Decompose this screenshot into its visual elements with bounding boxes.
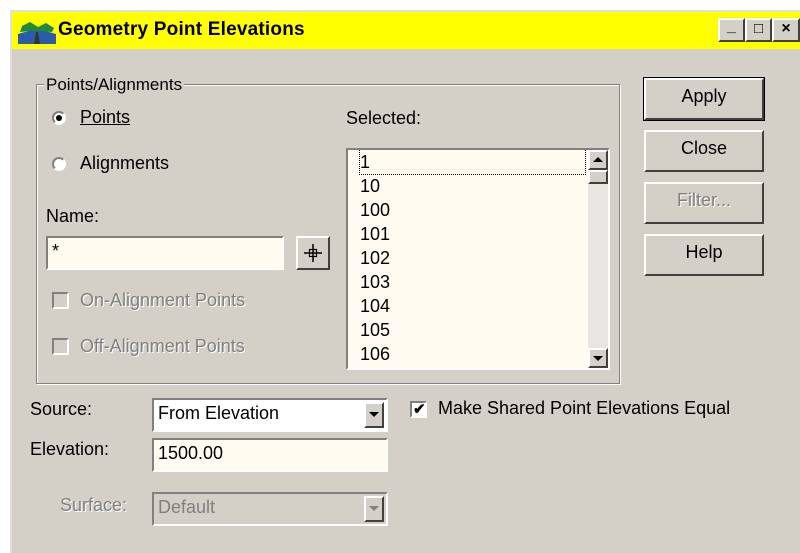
source-dropdown-button[interactable] xyxy=(364,402,384,428)
list-item[interactable]: 102 xyxy=(360,246,390,270)
close-button[interactable]: Close xyxy=(644,130,764,172)
maximize-button[interactable]: □ xyxy=(745,18,772,42)
radio-selected-dot xyxy=(56,115,62,121)
list-item[interactable]: 101 xyxy=(360,222,390,246)
close-icon: × xyxy=(781,20,791,37)
selected-listbox[interactable]: 1 10 100 101 102 103 104 105 106 xyxy=(346,148,610,370)
apply-button[interactable]: Apply xyxy=(643,77,765,121)
help-button[interactable]: Help xyxy=(644,234,764,276)
scroll-up-button[interactable] xyxy=(588,150,608,170)
off-alignment-checkbox[interactable] xyxy=(52,338,69,355)
list-item[interactable]: 105 xyxy=(360,318,390,342)
alignments-radio[interactable] xyxy=(52,157,66,171)
make-equal-label[interactable]: Make Shared Point Elevations Equal xyxy=(438,398,730,419)
minimize-icon: _ xyxy=(727,18,736,35)
points-radio-label[interactable]: Points xyxy=(80,107,130,128)
scroll-thumb[interactable] xyxy=(588,170,608,184)
surface-dropdown[interactable]: Default xyxy=(152,492,388,526)
list-item[interactable]: 103 xyxy=(360,270,390,294)
checkmark-icon: ✔ xyxy=(413,401,426,418)
list-scrollbar[interactable] xyxy=(588,150,608,368)
close-window-button[interactable]: × xyxy=(772,18,800,42)
pick-point-button[interactable] xyxy=(296,236,330,270)
title-bar[interactable]: Geometry Point Elevations _ □ × xyxy=(12,12,800,49)
source-value: From Elevation xyxy=(158,403,280,423)
elevation-label: Elevation: xyxy=(30,439,110,459)
surface-value: Default xyxy=(158,497,216,517)
chevron-down-icon xyxy=(369,506,379,511)
help-label: Help xyxy=(685,242,723,262)
close-label: Close xyxy=(680,138,728,158)
on-alignment-label: On-Alignment Points xyxy=(80,290,246,310)
source-dropdown[interactable]: From Elevation xyxy=(152,398,388,432)
road-app-icon xyxy=(18,20,56,44)
crosshair-icon xyxy=(304,244,322,262)
name-input[interactable]: * xyxy=(46,236,284,270)
list-item[interactable]: 104 xyxy=(360,294,390,318)
apply-label: Apply xyxy=(681,86,727,106)
filter-label: Filter... xyxy=(676,190,731,210)
surface-label: Surface: xyxy=(60,495,128,515)
points-radio[interactable] xyxy=(52,111,66,125)
off-alignment-label: Off-Alignment Points xyxy=(80,336,245,356)
list-item[interactable]: 100 xyxy=(360,198,390,222)
alignments-radio-label[interactable]: Alignments xyxy=(80,153,169,174)
selected-label: Selected: xyxy=(346,108,422,128)
surface-dropdown-button[interactable] xyxy=(364,496,384,522)
on-alignment-checkbox[interactable] xyxy=(52,292,69,309)
make-equal-checkbox[interactable]: ✔ xyxy=(410,401,427,418)
list-item[interactable]: 106 xyxy=(360,342,390,366)
chevron-down-icon xyxy=(369,412,379,417)
elevation-input[interactable]: 1500.00 xyxy=(152,438,388,472)
geometry-point-elevations-dialog: Geometry Point Elevations _ □ × Points/A… xyxy=(10,10,800,553)
name-label: Name: xyxy=(46,206,100,226)
scroll-down-button[interactable] xyxy=(588,348,608,368)
minimize-button[interactable]: _ xyxy=(718,18,745,42)
list-item[interactable]: 10 xyxy=(360,174,380,198)
maximize-icon: □ xyxy=(753,20,764,37)
arrow-down-icon xyxy=(593,356,603,361)
filter-button[interactable]: Filter... xyxy=(644,182,764,224)
window-title: Geometry Point Elevations xyxy=(58,19,305,40)
source-label: Source: xyxy=(30,399,93,419)
points-text: Points xyxy=(80,107,131,127)
arrow-up-icon xyxy=(593,157,603,162)
points-alignments-group-label: Points/Alignments xyxy=(44,75,185,95)
list-item[interactable]: 1 xyxy=(359,150,586,175)
